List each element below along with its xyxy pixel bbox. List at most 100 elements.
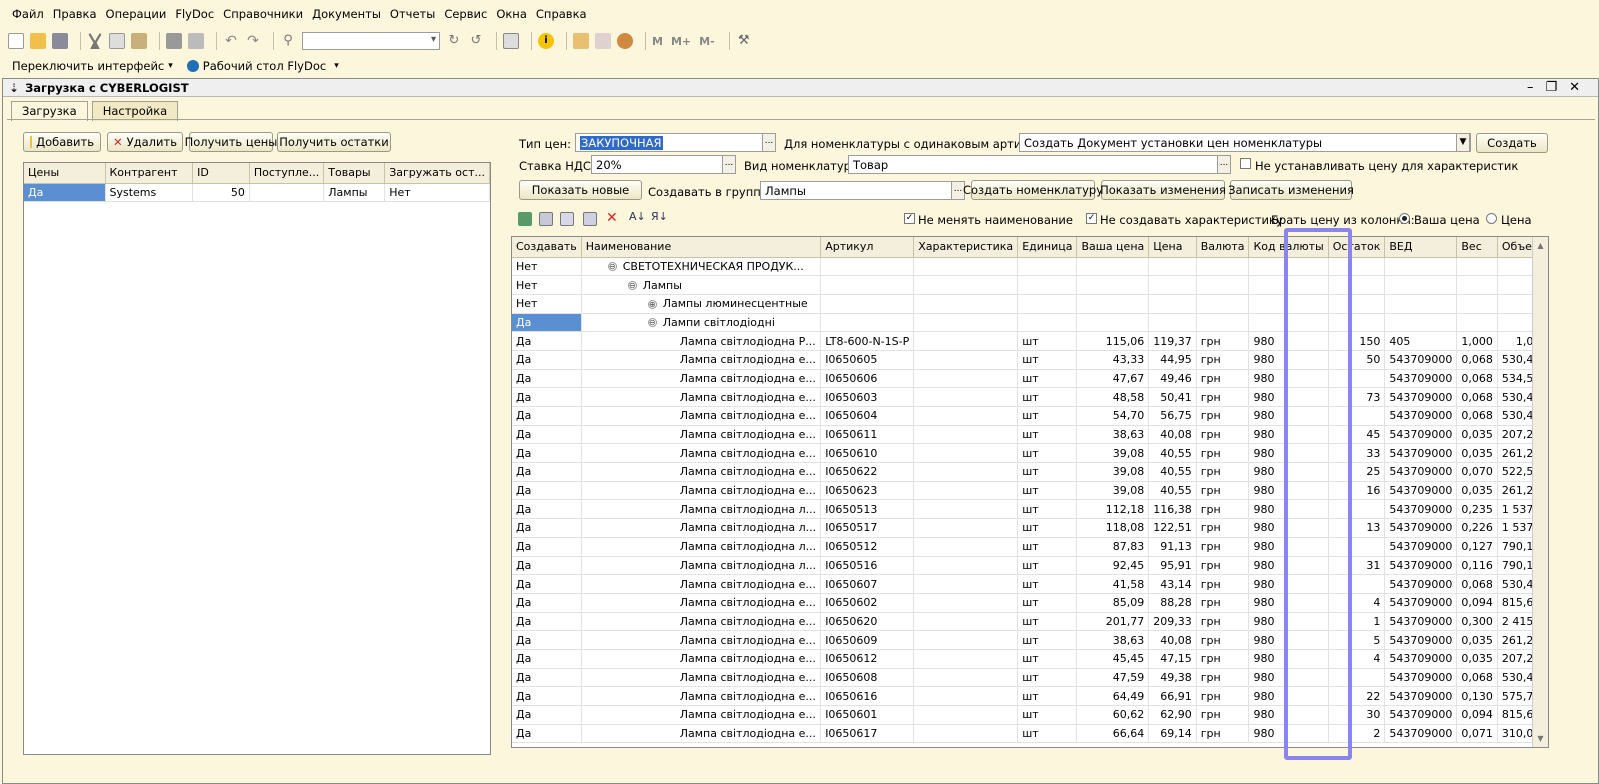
column-header[interactable]: Цена [1148, 237, 1197, 258]
table-cell[interactable]: 543709000 [1384, 630, 1458, 650]
column-header[interactable]: ВЕД [1384, 237, 1458, 258]
table-cell[interactable]: I0650606 [820, 369, 915, 389]
table-row[interactable]: Да Лампа світлодіодна е... I0650611 шт 38,63… [512, 425, 1548, 445]
table-cell[interactable]: 85,09 [1076, 593, 1150, 613]
table-cell[interactable]: 201,77 [1076, 612, 1150, 632]
column-header[interactable]: Поступле... [249, 163, 325, 184]
table-cell[interactable]: LT8-600-N-1S-P [820, 331, 915, 351]
table-cell[interactable]: 41,58 [1076, 574, 1150, 594]
scroll-down-icon[interactable]: ▼ [1533, 734, 1548, 743]
table-cell[interactable]: 66,91 [1148, 686, 1197, 706]
table-cell[interactable]: 980 [1248, 425, 1329, 445]
table-cell[interactable]: 40,55 [1148, 443, 1197, 464]
group-row[interactable]: Да ⊖ Лампи світлодіодні [512, 313, 1548, 333]
table-cell[interactable] [913, 556, 1019, 576]
table-cell[interactable]: 92,45 [1076, 556, 1150, 576]
table-cell[interactable]: I0650620 [820, 612, 915, 632]
table-cell[interactable]: 0,094 [1456, 593, 1498, 613]
table-cell[interactable]: I0650513 [820, 499, 915, 520]
table-cell[interactable]: 2 [1328, 724, 1386, 744]
table-cell[interactable]: грн [1196, 630, 1250, 650]
table-cell[interactable] [913, 331, 1019, 351]
table-cell[interactable] [913, 499, 1019, 520]
table-cell[interactable]: 543709000 [1384, 481, 1458, 501]
table-cell[interactable]: 980 [1248, 630, 1329, 650]
nom-type-select-button[interactable]: ... [1217, 155, 1231, 174]
table-cell[interactable]: 543709000 [1384, 612, 1458, 632]
table-cell[interactable]: 543709000 [1384, 443, 1458, 464]
table-cell[interactable]: 980 [1248, 686, 1329, 706]
table-cell[interactable]: I0650512 [820, 537, 915, 557]
table-cell[interactable]: грн [1196, 443, 1250, 464]
table-row[interactable]: Да Лампа світлодіодна е... I0650610 шт 39,08… [512, 443, 1548, 464]
table-cell[interactable]: шт [1017, 443, 1078, 464]
table-cell[interactable]: 0,068 [1456, 574, 1498, 594]
menu-item[interactable]: Справочники [223, 7, 303, 21]
table-cell[interactable] [1017, 313, 1078, 333]
table-cell[interactable] [913, 406, 1019, 426]
table-cell[interactable]: Нет [512, 257, 582, 277]
table-cell[interactable]: ⊕ Лампы люминесцентные [581, 294, 822, 314]
table-cell[interactable]: шт [1017, 331, 1078, 351]
table-cell[interactable]: I0650616 [820, 686, 915, 706]
create-button[interactable]: Создать [1476, 133, 1548, 153]
table-cell[interactable] [1017, 257, 1078, 277]
table-cell[interactable]: 0,035 [1456, 649, 1498, 669]
table-cell[interactable]: 543709000 [1384, 518, 1458, 538]
table-cell[interactable]: шт [1017, 593, 1078, 613]
table-cell[interactable]: 22 [1328, 686, 1386, 706]
column-header[interactable]: Артикул [820, 237, 915, 258]
table-cell[interactable] [1328, 275, 1386, 295]
table-cell[interactable]: 980 [1248, 668, 1329, 688]
table-row[interactable]: Да Лампа світлодіодна е... I0650622 шт 39,08… [512, 462, 1548, 482]
table-cell[interactable]: Да [512, 593, 582, 613]
calendar-icon[interactable] [573, 33, 589, 49]
table-cell[interactable]: 31 [1328, 556, 1386, 576]
table-cell[interactable]: 0,068 [1456, 668, 1498, 688]
table-cell[interactable]: 49,38 [1148, 668, 1197, 688]
table-cell[interactable]: 13 [1328, 518, 1386, 538]
show-changes-button[interactable]: Показать изменения [1100, 180, 1226, 200]
column-header[interactable]: Загружать ост... [384, 163, 490, 184]
cut-icon[interactable] [88, 33, 102, 49]
table-cell[interactable]: 66,64 [1076, 724, 1150, 744]
table-cell[interactable] [913, 518, 1019, 538]
table-cell[interactable] [1328, 369, 1386, 389]
print-preview-icon[interactable] [188, 33, 204, 49]
table-cell[interactable]: 980 [1248, 724, 1329, 744]
switch-interface-dropdown-icon[interactable]: ▾ [168, 61, 173, 71]
table-cell[interactable]: 16 [1328, 481, 1386, 501]
create-nomenclature-button[interactable]: Создать номенклатуру [963, 180, 1103, 200]
table-cell[interactable]: шт [1017, 387, 1078, 407]
table-cell[interactable] [1248, 257, 1329, 277]
table-cell[interactable]: Лампа світлодіодна е... [581, 350, 822, 370]
table-cell[interactable]: I0650602 [820, 593, 915, 613]
table-cell[interactable]: 543709000 [1384, 593, 1458, 613]
table-cell[interactable]: 543709000 [1384, 387, 1458, 407]
table-cell[interactable] [913, 425, 1019, 445]
table-cell[interactable] [913, 630, 1019, 650]
save-icon[interactable] [52, 33, 68, 49]
print-icon[interactable] [166, 33, 182, 49]
table-cell[interactable]: 25 [1328, 462, 1386, 482]
price-type-select-button[interactable]: ... [762, 133, 776, 152]
table-cell[interactable]: Нет [384, 183, 490, 203]
column-header[interactable]: Контрагент [105, 163, 194, 184]
table-cell[interactable]: шт [1017, 350, 1078, 370]
table-cell[interactable]: 0,235 [1456, 499, 1498, 520]
table-cell[interactable]: Нет [512, 275, 582, 295]
table-cell[interactable] [1017, 275, 1078, 295]
table-cell[interactable]: шт [1017, 574, 1078, 594]
table-cell[interactable]: 45 [1328, 425, 1386, 445]
table-cell[interactable]: 543709000 [1384, 649, 1458, 669]
table-cell[interactable]: 47,67 [1076, 369, 1150, 389]
get-prices-button[interactable]: Получить цены [185, 132, 277, 152]
nomenclature-table[interactable]: Создавать Наименование Артикул Характеристи… [511, 236, 1549, 748]
table-cell[interactable]: 980 [1248, 612, 1329, 632]
table-cell[interactable]: 60,62 [1076, 705, 1150, 725]
table-row[interactable]: Да Лампа світлодіодна е... I0650617 шт 66,64… [512, 724, 1548, 744]
table-row[interactable]: Да Лампа світлодіодна Р... LT8-600-N-1S-P ш… [512, 331, 1548, 351]
desktop-dropdown-icon[interactable]: ▾ [334, 61, 339, 71]
table-cell[interactable]: 980 [1248, 537, 1329, 557]
table-cell[interactable] [913, 443, 1019, 464]
